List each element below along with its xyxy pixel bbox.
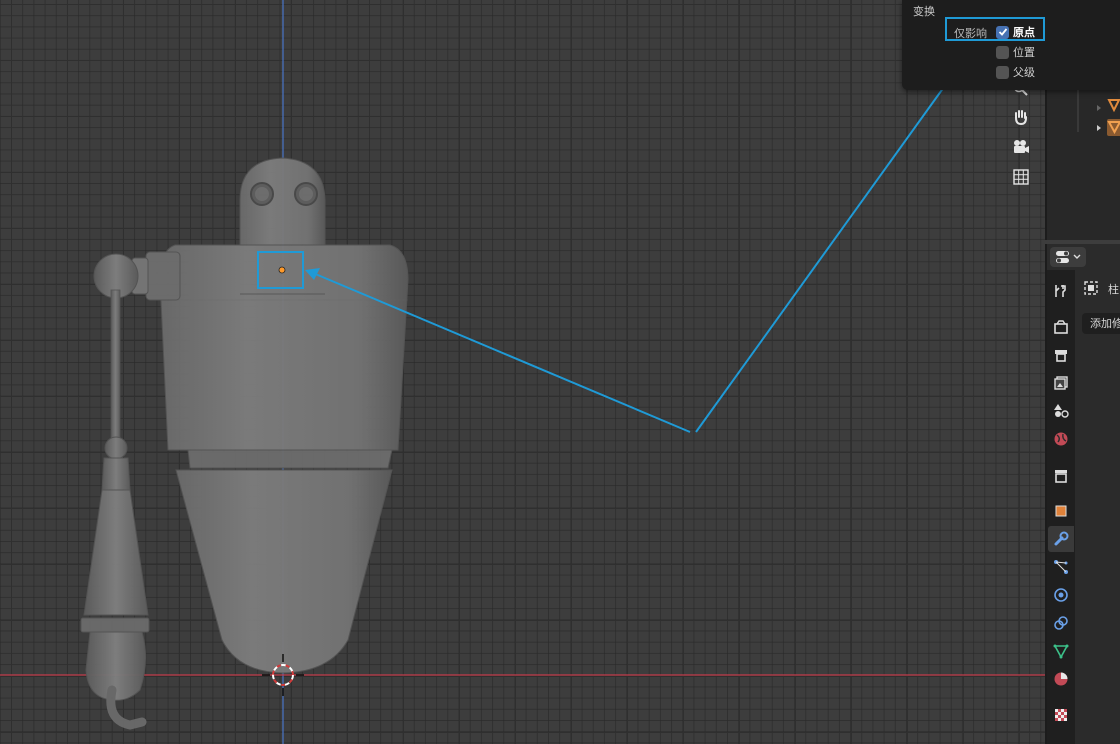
view-layer-icon[interactable]: [1048, 370, 1074, 396]
option-label-parents: 父级: [1013, 66, 1035, 79]
physics-icon[interactable]: [1048, 582, 1074, 608]
world-icon[interactable]: [1048, 426, 1074, 452]
modifier-type-icon: [1084, 280, 1098, 299]
robot-model: [80, 157, 409, 730]
option-label-locations: 位置: [1013, 46, 1035, 59]
scene-icon[interactable]: [1048, 397, 1074, 423]
collection-icon[interactable]: [1048, 463, 1074, 489]
tool-icon[interactable]: [1048, 278, 1074, 304]
render-icon[interactable]: [1048, 314, 1074, 340]
option-label-origins: 原点: [1013, 26, 1035, 39]
annotation-arrows: [305, 41, 976, 433]
checkbox-unchecked-icon[interactable]: [996, 65, 1009, 79]
affect-origins-option[interactable]: 原点: [996, 24, 1035, 40]
modifier-name-label: 柱: [1108, 283, 1119, 296]
object-icon[interactable]: [1048, 498, 1074, 524]
grid-view-icon[interactable]: [1008, 164, 1034, 190]
viewport-scene: [0, 0, 1045, 744]
affect-parents-option[interactable]: 父级: [996, 64, 1035, 80]
material-icon[interactable]: [1048, 666, 1074, 692]
popup-title: 变换: [913, 5, 935, 18]
affect-locations-option[interactable]: 位置: [996, 44, 1035, 60]
3d-viewport[interactable]: [0, 0, 1045, 744]
editor-type-icon: [1056, 251, 1069, 263]
particles-icon[interactable]: [1048, 554, 1074, 580]
camera-icon[interactable]: [1008, 134, 1034, 160]
object-data-icon[interactable]: [1048, 638, 1074, 664]
affect-only-label: 仅影响: [954, 27, 987, 40]
texture-icon[interactable]: [1048, 702, 1074, 728]
add-modifier-button[interactable]: 添加修: [1082, 313, 1120, 334]
outliner-tree: [1077, 90, 1120, 136]
chevron-down-icon: [1073, 254, 1081, 259]
outliner-panel[interactable]: [1045, 90, 1120, 240]
constraints-icon[interactable]: [1048, 610, 1074, 636]
checkbox-checked-icon[interactable]: [996, 25, 1009, 39]
output-icon[interactable]: [1048, 342, 1074, 368]
editor-type-selector[interactable]: [1050, 247, 1086, 267]
modifier-wrench-icon[interactable]: [1048, 526, 1074, 552]
checkbox-unchecked-icon[interactable]: [996, 45, 1009, 59]
transform-options-popup: 变换 仅影响 原点 位置 父级: [902, 0, 1120, 90]
hand-pan-icon[interactable]: [1008, 104, 1034, 130]
object-origin-dot: [278, 266, 286, 274]
